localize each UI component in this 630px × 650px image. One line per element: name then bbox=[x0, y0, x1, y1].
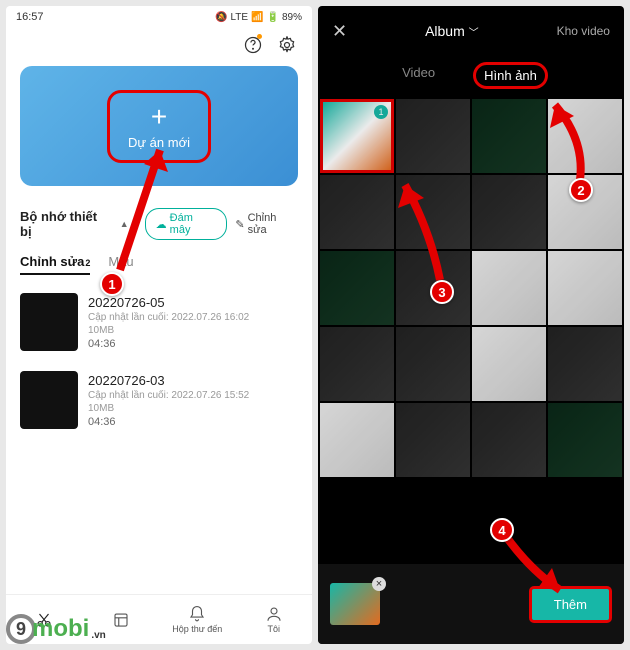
watermark-suffix: .vn bbox=[91, 630, 105, 641]
edit-label: Chỉnh sửa bbox=[248, 212, 298, 236]
tab-edit[interactable]: Chỉnh sửa2 bbox=[20, 254, 90, 275]
list-item[interactable]: 20220726-05 Cập nhật lần cuối: 2022.07.2… bbox=[20, 283, 298, 361]
selected-thumbnail[interactable] bbox=[330, 583, 380, 625]
watermark-brand: mobi bbox=[32, 615, 89, 643]
watermark: 9 mobi .vn bbox=[6, 614, 106, 644]
media-thumbnail[interactable] bbox=[548, 327, 622, 401]
pencil-icon: ✎ bbox=[235, 218, 244, 231]
left-phone-screen: 16:57 🔕 LTE 📶 🔋 89% + Dự án mới Bộ nhớ t… bbox=[6, 6, 312, 644]
tab-edit-count: 2 bbox=[85, 258, 90, 268]
tab-edit-label: Chỉnh sửa bbox=[20, 254, 84, 269]
help-icon bbox=[243, 35, 263, 55]
cloud-icon: ☁ bbox=[156, 218, 167, 231]
cloud-label: Đám mây bbox=[170, 212, 217, 236]
media-thumbnail[interactable] bbox=[548, 251, 622, 325]
cloud-button[interactable]: ☁ Đám mây bbox=[145, 208, 228, 240]
caret-up-icon[interactable]: ▲ bbox=[120, 219, 129, 229]
media-thumbnail[interactable] bbox=[472, 251, 546, 325]
nav-inbox[interactable]: Hộp thư đến bbox=[159, 595, 236, 644]
storage-row: Bộ nhớ thiết bị ▲ ☁ Đám mây ✎ Chỉnh sửa bbox=[6, 202, 312, 246]
media-thumbnail[interactable] bbox=[472, 327, 546, 401]
project-name: 20220726-05 bbox=[88, 295, 249, 310]
album-dropdown[interactable]: Album ﹀ bbox=[425, 23, 479, 39]
project-size: 10MB bbox=[88, 403, 249, 414]
edit-button[interactable]: ✎ Chỉnh sửa bbox=[235, 212, 298, 236]
step-badge-3: 3 bbox=[430, 280, 454, 304]
nav-me[interactable]: Tôi bbox=[236, 595, 313, 644]
list-item[interactable]: 20220726-03 Cập nhật lần cuối: 2022.07.2… bbox=[20, 361, 298, 439]
media-thumbnail-selected[interactable] bbox=[320, 99, 394, 173]
media-thumbnail[interactable] bbox=[320, 327, 394, 401]
video-library-link[interactable]: Kho video bbox=[557, 24, 610, 38]
media-thumbnail[interactable] bbox=[396, 403, 470, 477]
media-thumbnail[interactable] bbox=[472, 99, 546, 173]
status-bar: 16:57 🔕 LTE 📶 🔋 89% bbox=[6, 6, 312, 28]
status-icons: 🔕 LTE 📶 🔋 89% bbox=[215, 12, 302, 23]
chevron-down-icon: ﹀ bbox=[469, 28, 479, 39]
album-label: Album bbox=[425, 23, 465, 39]
selection-bar: Thêm bbox=[318, 564, 624, 644]
tab-video[interactable]: Video bbox=[394, 62, 443, 89]
right-phone-screen: ✕ Album ﹀ Kho video Video Hình ảnh bbox=[318, 6, 624, 644]
new-project-card[interactable]: + Dự án mới bbox=[20, 66, 298, 186]
project-updated: Cập nhật lần cuối: 2022.07.26 15:52 bbox=[88, 390, 249, 401]
step-badge-1: 1 bbox=[100, 272, 124, 296]
plus-icon: + bbox=[151, 103, 167, 131]
storage-title: Bộ nhớ thiết bị bbox=[20, 209, 112, 239]
close-button[interactable]: ✕ bbox=[332, 21, 347, 42]
media-thumbnail[interactable] bbox=[396, 327, 470, 401]
nav-me-label: Tôi bbox=[267, 624, 280, 634]
project-name: 20220726-03 bbox=[88, 373, 249, 388]
media-thumbnail[interactable] bbox=[548, 99, 622, 173]
bell-icon bbox=[188, 605, 206, 623]
settings-button[interactable] bbox=[274, 32, 300, 58]
status-time: 16:57 bbox=[16, 11, 44, 23]
project-thumbnail bbox=[20, 293, 78, 351]
add-button[interactable]: Thêm bbox=[529, 586, 612, 623]
media-thumbnail[interactable] bbox=[320, 251, 394, 325]
media-thumbnail[interactable] bbox=[548, 403, 622, 477]
project-tabs: Chỉnh sửa2 Mẫu bbox=[6, 246, 312, 275]
project-thumbnail bbox=[20, 371, 78, 429]
template-icon bbox=[112, 611, 130, 629]
picker-header: ✕ Album ﹀ Kho video bbox=[318, 6, 624, 56]
media-grid[interactable] bbox=[318, 99, 624, 564]
media-thumbnail[interactable] bbox=[396, 99, 470, 173]
media-thumbnail[interactable] bbox=[320, 175, 394, 249]
media-thumbnail[interactable] bbox=[320, 403, 394, 477]
person-icon bbox=[265, 605, 283, 623]
project-updated: Cập nhật lần cuối: 2022.07.26 16:02 bbox=[88, 312, 249, 323]
dnd-icon: 🔕 bbox=[215, 12, 227, 23]
new-project-highlight: + Dự án mới bbox=[107, 90, 211, 163]
step-badge-2: 2 bbox=[569, 178, 593, 202]
step-badge-4: 4 bbox=[490, 518, 514, 542]
top-actions bbox=[6, 28, 312, 66]
help-button[interactable] bbox=[240, 32, 266, 58]
nav-inbox-label: Hộp thư đến bbox=[172, 624, 222, 634]
lte-icon: LTE bbox=[230, 12, 248, 23]
tab-image[interactable]: Hình ảnh bbox=[473, 62, 548, 89]
project-duration: 04:36 bbox=[88, 338, 249, 350]
battery-pct: 89% bbox=[282, 12, 302, 23]
battery-icon: 🔋 bbox=[267, 12, 279, 23]
media-thumbnail[interactable] bbox=[472, 403, 546, 477]
project-list: 20220726-05 Cập nhật lần cuối: 2022.07.2… bbox=[6, 275, 312, 594]
project-size: 10MB bbox=[88, 325, 249, 336]
project-duration: 04:36 bbox=[88, 416, 249, 428]
media-thumbnail[interactable] bbox=[472, 175, 546, 249]
media-thumbnail[interactable] bbox=[396, 175, 470, 249]
gear-icon bbox=[277, 35, 297, 55]
new-project-label: Dự án mới bbox=[128, 135, 190, 150]
signal-icon: 📶 bbox=[251, 12, 263, 23]
media-tabs: Video Hình ảnh bbox=[318, 56, 624, 99]
